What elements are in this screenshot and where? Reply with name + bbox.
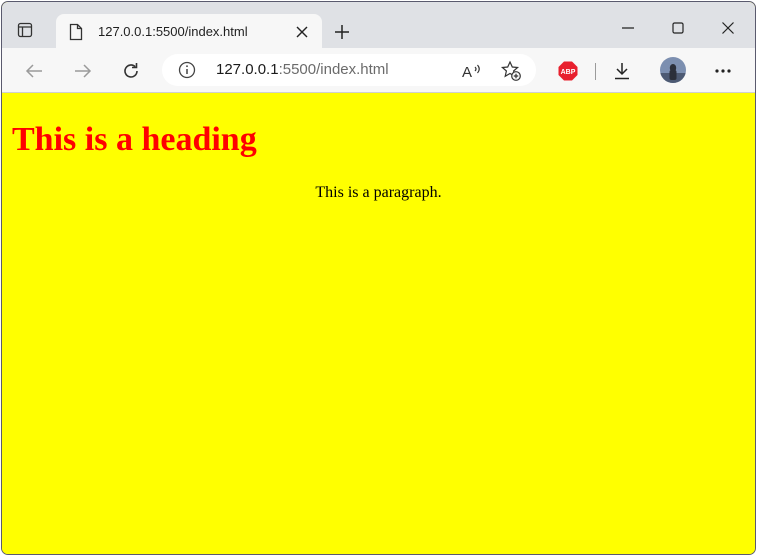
address-bar[interactable]: 127.0.0.1:5500/index.html A	[162, 54, 536, 86]
page-paragraph: This is a paragraph.	[315, 184, 442, 201]
site-info-icon[interactable]	[178, 61, 196, 79]
downloads-icon[interactable]	[609, 58, 635, 84]
profile-avatar[interactable]	[660, 57, 686, 83]
new-tab-icon[interactable]	[330, 20, 354, 44]
toolbar: 127.0.0.1:5500/index.html A ABP	[2, 48, 755, 93]
page-content: This is a heading This is a paragraph.	[2, 93, 755, 554]
toolbar-divider	[595, 63, 596, 80]
title-bar: 127.0.0.1:5500/index.html	[2, 2, 755, 49]
tab-actions-icon[interactable]	[14, 19, 36, 41]
close-tab-icon[interactable]	[292, 22, 312, 42]
page-icon	[68, 22, 84, 42]
svg-text:A: A	[462, 64, 472, 80]
add-favorite-icon[interactable]	[500, 60, 522, 82]
url-text[interactable]: 127.0.0.1:5500/index.html	[216, 61, 389, 78]
browser-tab[interactable]: 127.0.0.1:5500/index.html	[56, 14, 322, 49]
more-menu-icon[interactable]	[710, 58, 736, 84]
adblock-badge-text: ABP	[561, 69, 576, 76]
read-aloud-icon[interactable]: A	[461, 60, 483, 82]
back-icon[interactable]	[21, 58, 47, 84]
minimize-icon[interactable]	[605, 14, 651, 42]
tab-title: 127.0.0.1:5500/index.html	[98, 24, 248, 39]
adblock-plus-icon[interactable]: ABP	[555, 58, 581, 84]
forward-icon[interactable]	[70, 58, 96, 84]
page-heading: This is a heading	[12, 121, 257, 158]
maximize-icon[interactable]	[655, 14, 701, 42]
close-window-icon[interactable]	[705, 14, 751, 42]
browser-window: 127.0.0.1:5500/index.html 127.0.0.1:5500…	[1, 1, 756, 555]
refresh-icon[interactable]	[118, 58, 144, 84]
url-path: :5500/index.html	[278, 61, 389, 78]
url-host: 127.0.0.1	[216, 61, 279, 78]
